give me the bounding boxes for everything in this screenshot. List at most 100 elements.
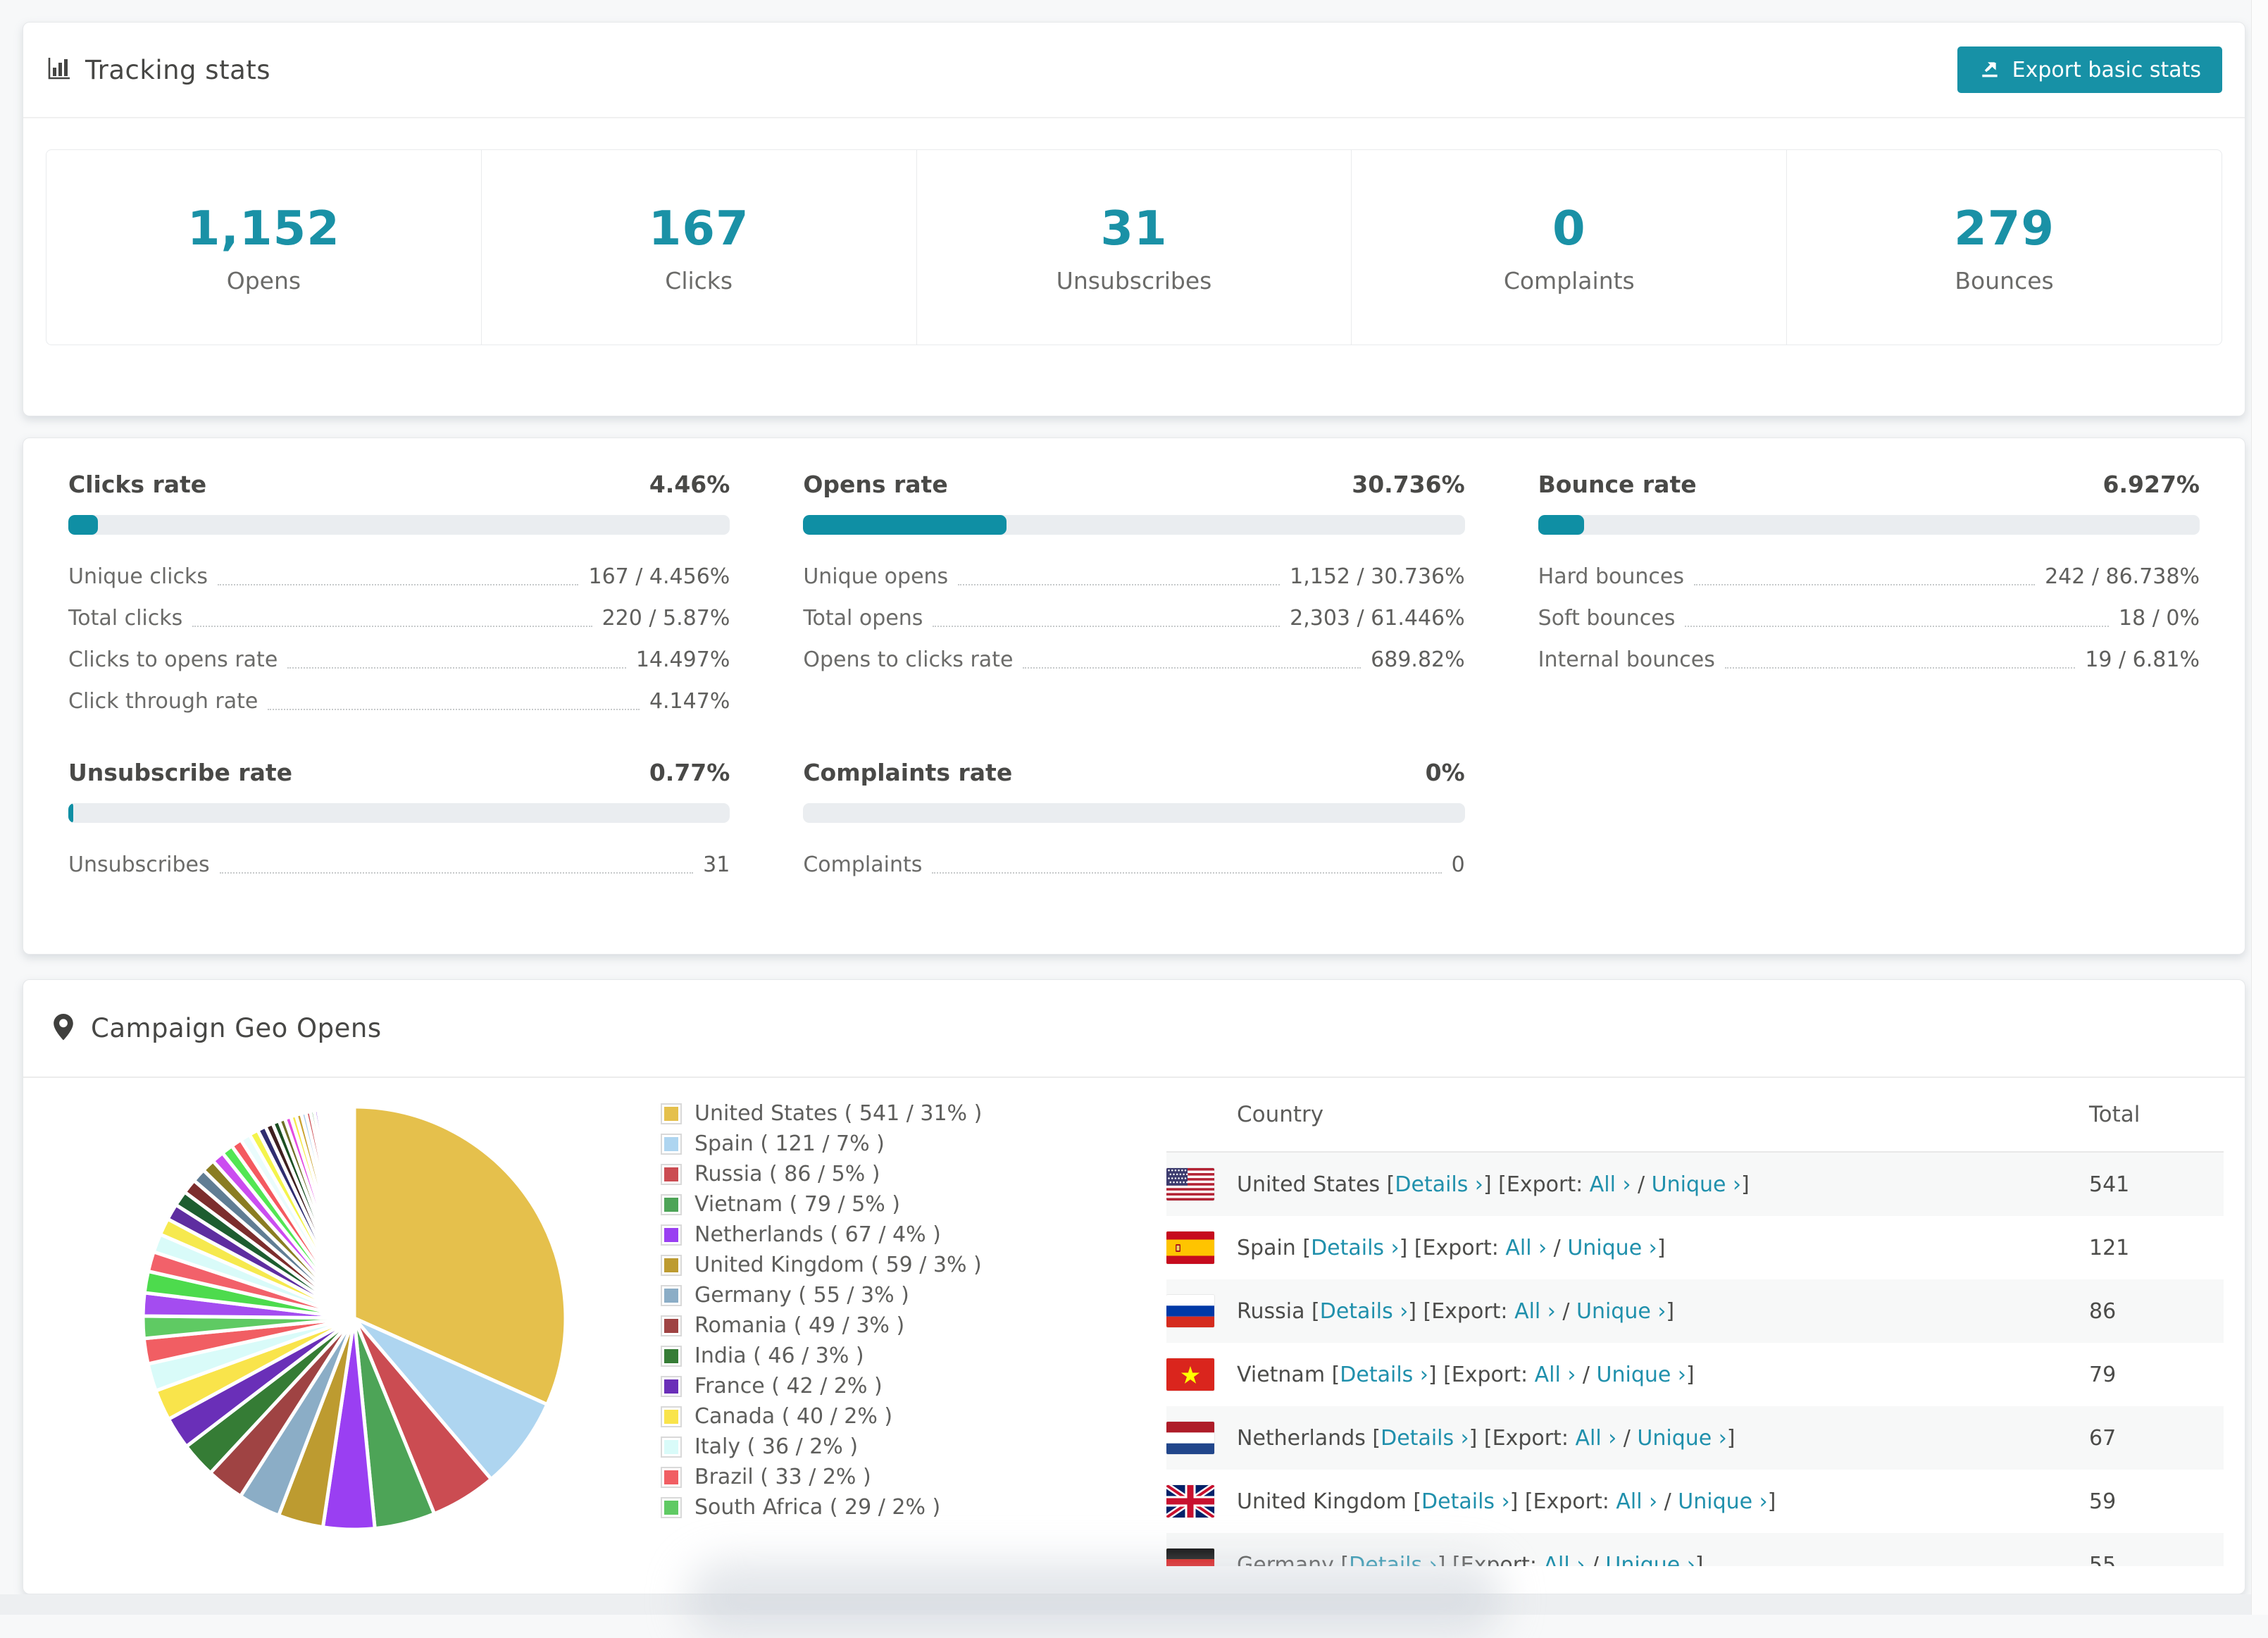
- legend-item: United States ( 541 / 31% ): [661, 1098, 982, 1129]
- legend-swatch: [661, 1284, 682, 1306]
- dotted-leader: [958, 584, 1281, 585]
- dotted-leader: [1685, 626, 2110, 627]
- export-unique-link[interactable]: Unique ›: [1652, 1172, 1741, 1197]
- export-unique-link[interactable]: Unique ›: [1678, 1489, 1767, 1514]
- detail-value: 14.497%: [635, 647, 730, 672]
- rate-detail-row: Total opens 2,303 / 61.446%: [803, 597, 1464, 639]
- page-scrollbar[interactable]: [2251, 0, 2268, 1615]
- detail-label: Unique clicks: [68, 564, 208, 589]
- legend-swatch: [661, 1345, 682, 1367]
- detail-label: Hard bounces: [1538, 564, 1684, 589]
- dotted-leader: [218, 584, 579, 585]
- dotted-leader: [219, 872, 694, 874]
- dotted-leader: [932, 872, 1442, 874]
- rate-detail-row: Unique clicks 167 / 4.456%: [68, 556, 730, 597]
- legend-swatch: [661, 1103, 682, 1124]
- legend-swatch: [661, 1163, 682, 1185]
- stat-label: Opens: [226, 266, 301, 294]
- export-all-link[interactable]: All ›: [1616, 1489, 1657, 1514]
- export-all-link[interactable]: All ›: [1535, 1363, 1576, 1387]
- total-cell: 59: [2089, 1489, 2117, 1514]
- rate-progress-fill: [68, 515, 98, 535]
- export-all-link[interactable]: All ›: [1575, 1426, 1616, 1451]
- rate-detail-row: Click through rate 4.147%: [68, 681, 730, 722]
- map-marker-icon: [53, 1013, 74, 1044]
- details-link[interactable]: Details ›: [1320, 1299, 1409, 1324]
- stat-cell-clicks: 167 Clicks: [480, 150, 916, 345]
- export-all-link[interactable]: All ›: [1543, 1553, 1585, 1567]
- detail-label: Total opens: [803, 606, 923, 631]
- export-unique-link[interactable]: Unique ›: [1567, 1236, 1657, 1260]
- details-link[interactable]: Details ›: [1340, 1363, 1428, 1387]
- legend-label: France ( 42 / 2% ): [694, 1374, 883, 1398]
- legend-item: United Kingdom ( 59 / 3% ): [661, 1250, 982, 1280]
- rate-section-clicks-rate: Clicks rate 4.46% Unique clicks 167 / 4.456…: [68, 471, 730, 722]
- page-title: Tracking stats: [85, 54, 271, 85]
- column-header-country: Country: [1237, 1102, 1324, 1127]
- details-link[interactable]: Details ›: [1381, 1426, 1469, 1451]
- export-all-link[interactable]: All ›: [1505, 1236, 1547, 1260]
- legend-swatch: [661, 1224, 682, 1246]
- rate-progress-fill: [803, 515, 1007, 535]
- detail-label: Click through rate: [68, 689, 258, 714]
- legend-label: India ( 46 / 3% ): [694, 1344, 864, 1368]
- stat-value: 279: [1954, 200, 2055, 256]
- legend-item: Spain ( 121 / 7% ): [661, 1129, 982, 1159]
- rate-section-bounce-rate: Bounce rate 6.927% Hard bounces 242 / 86.73…: [1538, 471, 2200, 722]
- export-all-link[interactable]: All ›: [1590, 1172, 1631, 1197]
- export-all-link[interactable]: All ›: [1514, 1299, 1556, 1324]
- detail-value: 0: [1451, 852, 1465, 877]
- legend-label: Vietnam ( 79 / 5% ): [694, 1192, 901, 1217]
- rate-section-opens-rate: Opens rate 30.736% Unique opens 1,152 / 30.…: [803, 471, 1465, 722]
- detail-value: 4.147%: [649, 689, 730, 714]
- bar-chart-icon: [46, 56, 71, 84]
- details-link[interactable]: Details ›: [1395, 1172, 1483, 1197]
- legend-label: Romania ( 49 / 3% ): [694, 1313, 905, 1338]
- detail-label: Internal bounces: [1538, 647, 1715, 672]
- us-flag-icon: [1166, 1168, 1214, 1200]
- legend-label: United States ( 541 / 31% ): [694, 1101, 983, 1126]
- dotted-leader: [287, 667, 626, 669]
- vn-flag-icon: [1166, 1358, 1214, 1391]
- rate-detail-row: Unique opens 1,152 / 30.736%: [803, 556, 1464, 597]
- country-cell: Netherlands [Details ›] [Export: All › /…: [1237, 1425, 1736, 1451]
- dotted-leader: [1724, 667, 2076, 669]
- detail-value: 167 / 4.456%: [588, 564, 730, 589]
- legend-swatch: [661, 1133, 682, 1155]
- rate-detail-row: Internal bounces 19 / 6.81%: [1538, 639, 2200, 681]
- export-basic-stats-button[interactable]: Export basic stats: [1957, 46, 2222, 93]
- column-header-total: Total: [2089, 1102, 2141, 1127]
- legend-item: Germany ( 55 / 3% ): [661, 1280, 982, 1310]
- stat-cell-opens: 1,152 Opens: [46, 150, 481, 345]
- geo-section-title: Campaign Geo Opens: [91, 1013, 382, 1043]
- rate-detail-row: Hard bounces 242 / 86.738%: [1538, 556, 2200, 597]
- details-link[interactable]: Details ›: [1311, 1236, 1400, 1260]
- rate-detail-row: Total clicks 220 / 5.87%: [68, 597, 730, 639]
- stat-label: Bounces: [1955, 266, 2054, 294]
- rate-progress-bar: [803, 803, 1465, 823]
- legend-item: France ( 42 / 2% ): [661, 1371, 982, 1401]
- detail-label: Clicks to opens rate: [68, 647, 278, 672]
- rate-progress-bar: [1538, 515, 2200, 535]
- detail-value: 689.82%: [1371, 647, 1465, 672]
- legend-item: Brazil ( 33 / 2% ): [661, 1462, 982, 1492]
- export-unique-link[interactable]: Unique ›: [1576, 1299, 1666, 1324]
- legend-item: India ( 46 / 3% ): [661, 1341, 982, 1371]
- detail-label: Total clicks: [68, 606, 183, 631]
- country-cell: Spain [Details ›] [Export: All › / Uniqu…: [1237, 1235, 1666, 1260]
- export-unique-link[interactable]: Unique ›: [1637, 1426, 1726, 1451]
- table-row-united-kingdom: United Kingdom [Details ›] [Export: All …: [1166, 1470, 2224, 1533]
- dotted-leader: [1694, 584, 2036, 585]
- detail-value: 2,303 / 61.446%: [1290, 606, 1465, 631]
- detail-value: 1,152 / 30.736%: [1290, 564, 1465, 589]
- rate-section-unsubscribe-rate: Unsubscribe rate 0.77% Unsubscribes 31: [68, 759, 730, 886]
- export-unique-link[interactable]: Unique ›: [1597, 1363, 1686, 1387]
- tracking-stats-header: Tracking stats Export basic stats: [23, 23, 2245, 118]
- export-unique-link[interactable]: Unique ›: [1605, 1553, 1695, 1567]
- rate-percent: 4.46%: [649, 471, 730, 498]
- rate-section-complaints-rate: Complaints rate 0% Complaints 0: [803, 759, 1465, 886]
- dotted-leader: [268, 709, 640, 710]
- stat-cell-unsubscribes: 31 Unsubscribes: [916, 150, 1352, 345]
- table-row-russia: Russia [Details ›] [Export: All › / Uniq…: [1166, 1279, 2224, 1343]
- details-link[interactable]: Details ›: [1421, 1489, 1510, 1514]
